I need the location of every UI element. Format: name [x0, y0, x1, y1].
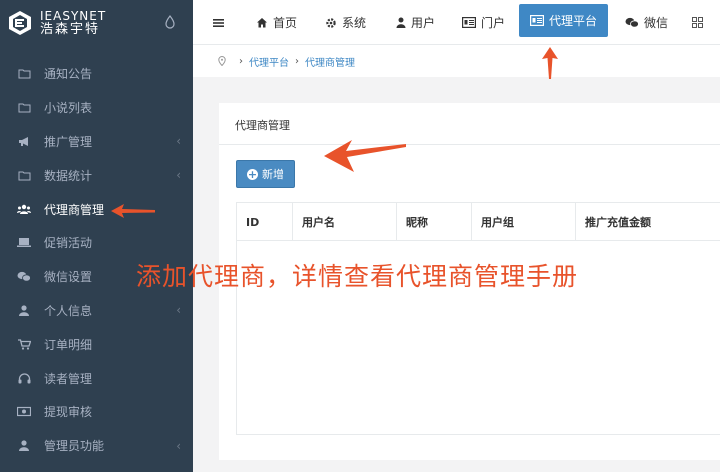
- breadcrumb-agent-management[interactable]: 代理商管理: [305, 54, 355, 69]
- user-icon: [17, 304, 31, 316]
- sidebar-item-readers[interactable]: 读者管理: [0, 361, 193, 395]
- column-header-id[interactable]: ID: [237, 203, 293, 241]
- sidebar-item-label: 提现审核: [44, 405, 93, 420]
- sidebar-item-label: 代理商管理: [44, 202, 105, 217]
- brand-name-en: IEASYNET: [40, 8, 107, 23]
- headphones-icon: [17, 372, 31, 384]
- sidebar: IEASYNET 浩森宇特 通知公告 小说列表 推广管理 ‹ 数据统计 ‹ 代理…: [0, 0, 193, 472]
- panel-title: 代理商管理: [235, 119, 290, 132]
- add-button-label: 新增: [262, 168, 284, 181]
- breadcrumb-separator: ›: [295, 55, 299, 67]
- sidebar-item-label: 订单明细: [44, 337, 93, 352]
- breadcrumb-agent-platform[interactable]: 代理平台: [249, 54, 289, 69]
- sidebar-item-label: 读者管理: [44, 371, 93, 386]
- users-icon: [17, 203, 31, 215]
- sidebar-item-novels[interactable]: 小说列表: [0, 91, 193, 125]
- breadcrumb: › 代理平台 › 代理商管理: [193, 45, 720, 77]
- gear-icon: [325, 17, 337, 29]
- cart-icon: [17, 338, 31, 350]
- column-header-nickname[interactable]: 昵称: [397, 203, 472, 241]
- folder-icon: [17, 169, 31, 181]
- wechat-icon: [17, 271, 31, 283]
- wechat-icon: [625, 17, 639, 28]
- annotation-arrow-left: [324, 140, 406, 172]
- logo-icon: [9, 10, 31, 35]
- sidebar-item-promo-events[interactable]: 促销活动: [0, 226, 193, 260]
- column-header-group[interactable]: 用户组: [472, 203, 576, 241]
- table-header: ID 用户名 昵称 用户组 推广充值金额: [237, 203, 720, 241]
- sidebar-item-label: 小说列表: [44, 101, 93, 116]
- nav-home[interactable]: 首页: [256, 0, 297, 45]
- nav-wechat[interactable]: 微信: [625, 0, 668, 45]
- nav-users-label: 用户: [411, 16, 436, 30]
- nav-wechat-label: 微信: [644, 16, 669, 30]
- money-icon: [17, 406, 31, 418]
- chevron-left-icon: ‹: [176, 168, 181, 183]
- brand-logo[interactable]: IEASYNET 浩森宇特: [0, 0, 193, 45]
- nav-system[interactable]: 系统: [325, 0, 366, 45]
- home-icon: [256, 17, 268, 28]
- chevron-left-icon: ‹: [176, 303, 181, 318]
- chevron-left-icon: ‹: [176, 438, 181, 453]
- user-icon: [17, 440, 31, 452]
- droplet-icon[interactable]: [165, 15, 175, 29]
- nav-agent-platform-label: 代理平台: [549, 14, 598, 28]
- sidebar-item-label: 数据统计: [44, 168, 93, 183]
- add-agent-button[interactable]: + 新增: [236, 160, 295, 188]
- sidebar-item-profile[interactable]: 个人信息 ‹: [0, 294, 193, 328]
- nav-portal-label: 门户: [481, 16, 506, 30]
- laptop-icon: [17, 237, 31, 249]
- nav-users[interactable]: 用户: [396, 0, 435, 45]
- sidebar-item-orders[interactable]: 订单明细: [0, 327, 193, 361]
- map-marker-icon: [218, 56, 226, 66]
- column-header-recharge-amount[interactable]: 推广充值金额: [576, 203, 720, 241]
- grid-icon: [692, 17, 703, 28]
- annotation-arrow-left-small: [111, 204, 155, 218]
- sidebar-item-label: 个人信息: [44, 303, 93, 318]
- sidebar-item-label: 推广管理: [44, 134, 93, 149]
- annotation-text: 添加代理商，详情查看代理商管理手册: [136, 262, 579, 291]
- breadcrumb-separator: ›: [239, 55, 243, 67]
- folder-icon: [17, 102, 31, 114]
- grid-menu[interactable]: [692, 0, 703, 45]
- agents-table: ID 用户名 昵称 用户组 推广充值金额: [236, 202, 720, 435]
- sidebar-item-agents[interactable]: 代理商管理: [0, 192, 193, 226]
- nav-home-label: 首页: [273, 16, 298, 30]
- nav-system-label: 系统: [342, 16, 367, 30]
- bullhorn-icon: [17, 135, 31, 147]
- top-nav: 首页 系统 用户 门户 代理平台 微信: [193, 0, 720, 45]
- hamburger-icon: [213, 18, 224, 27]
- sidebar-item-notice[interactable]: 通知公告: [0, 57, 193, 91]
- divider: [219, 144, 720, 145]
- user-icon: [396, 17, 406, 28]
- sidebar-item-label: 通知公告: [44, 67, 93, 82]
- portal-icon: [462, 17, 476, 28]
- sidebar-item-label: 管理员功能: [44, 439, 105, 454]
- sidebar-item-withdraw-review[interactable]: 提现审核: [0, 395, 193, 429]
- annotation-arrow-up: [542, 47, 558, 79]
- column-header-username[interactable]: 用户名: [293, 203, 397, 241]
- brand-name-cn: 浩森宇特: [40, 21, 101, 37]
- sidebar-item-admin[interactable]: 管理员功能 ‹: [0, 429, 193, 463]
- sidebar-item-stats[interactable]: 数据统计 ‹: [0, 158, 193, 192]
- folder-icon: [17, 68, 31, 80]
- portal-icon: [530, 15, 544, 26]
- sidebar-item-label: 促销活动: [44, 236, 93, 251]
- nav-portal[interactable]: 门户: [462, 0, 505, 45]
- menu-toggle[interactable]: [213, 0, 224, 45]
- plus-circle-icon: +: [247, 167, 258, 181]
- sidebar-item-label: 微信设置: [44, 270, 93, 285]
- sidebar-item-promotion[interactable]: 推广管理 ‹: [0, 125, 193, 159]
- nav-agent-platform[interactable]: 代理平台: [519, 4, 609, 37]
- chevron-left-icon: ‹: [176, 134, 181, 149]
